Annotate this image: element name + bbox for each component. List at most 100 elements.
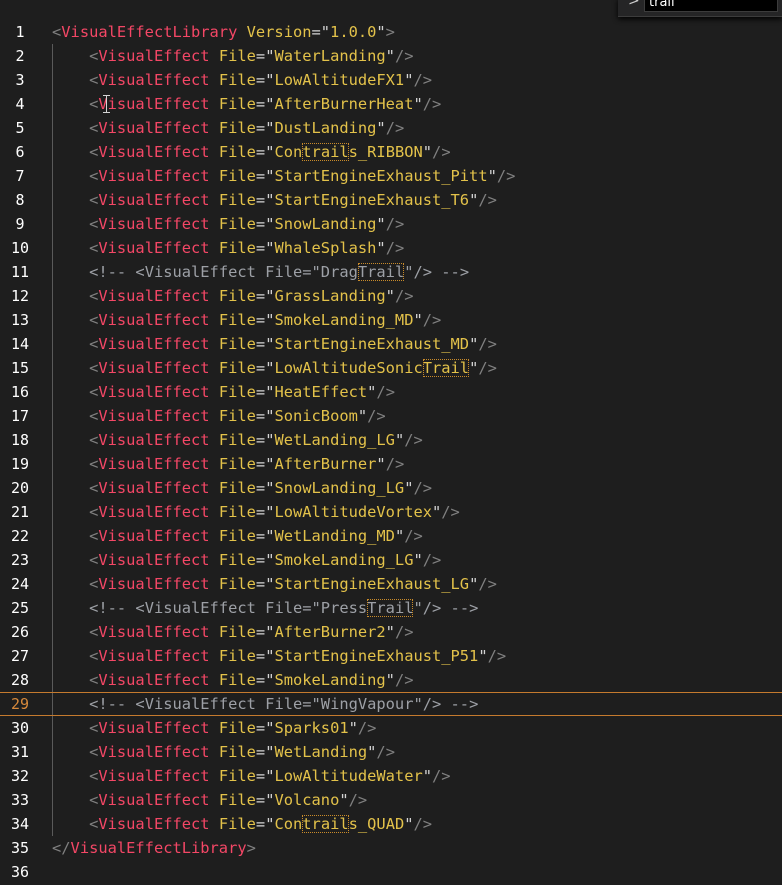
- code-line[interactable]: 35 </VisualEffectLibrary>: [0, 836, 782, 860]
- line-number: 26: [10, 623, 30, 641]
- code-line[interactable]: 24 <VisualEffect File="StartEngineExhaus…: [0, 572, 782, 596]
- equals: =": [255, 503, 275, 521]
- code-line[interactable]: 17 <VisualEffect File="SonicBoom"/>: [0, 404, 782, 428]
- tag-name: VisualEffect: [98, 647, 210, 665]
- attr-value: LowAltitudeFX1: [274, 71, 405, 89]
- attr-value: LowAltitudeVortex: [274, 503, 432, 521]
- code-line[interactable]: 29 <!-- <VisualEffect File="WingVapour"/…: [0, 692, 782, 716]
- attr-value-part: s_RIBBON: [348, 143, 423, 161]
- tag-name: VisualEffect: [98, 47, 210, 65]
- code-line[interactable]: 13 <VisualEffect File="SmokeLanding_MD"/…: [0, 308, 782, 332]
- comment-open: <!-- <: [89, 263, 145, 281]
- code-line[interactable]: 32 <VisualEffect File="LowAltitudeWater"…: [0, 764, 782, 788]
- equals: =": [255, 47, 275, 65]
- code-line[interactable]: 5 <VisualEffect File="DustLanding"/>: [0, 116, 782, 140]
- line-number: 33: [10, 791, 30, 809]
- equals: =": [255, 239, 275, 257]
- code-line[interactable]: 27 <VisualEffect File="StartEngineExhaus…: [0, 644, 782, 668]
- line-number: 13: [10, 311, 30, 329]
- code-line[interactable]: 23 <VisualEffect File="SmokeLanding_LG"/…: [0, 548, 782, 572]
- mouse-ibeam-cursor-icon: [103, 95, 111, 113]
- code-line[interactable]: 26 <VisualEffect File="AfterBurner2"/>: [0, 620, 782, 644]
- find-input[interactable]: [644, 0, 778, 12]
- attr-value-part: Con: [274, 143, 303, 161]
- equals: =": [255, 671, 275, 689]
- line-code: <VisualEffect File="WetLanding_MD"/>: [52, 524, 423, 548]
- comment-tag: VisualEffect: [144, 263, 256, 281]
- code-line[interactable]: 10 <VisualEffect File="WhaleSplash"/>: [0, 236, 782, 260]
- code-line[interactable]: 6 <VisualEffect File="Contrails_RIBBON"/…: [0, 140, 782, 164]
- attr-name: File: [218, 119, 256, 137]
- code-line[interactable]: 11 <!-- <VisualEffect File="DragTrail"/>…: [0, 260, 782, 284]
- code-line[interactable]: 9 <VisualEffect File="SnowLanding"/>: [0, 212, 782, 236]
- quote: ": [385, 47, 395, 65]
- code-line[interactable]: 18 <VisualEffect File="WetLanding_LG"/>: [0, 428, 782, 452]
- line-number: 35: [10, 839, 30, 857]
- attr-name: File: [218, 767, 256, 785]
- attr-name: File: [218, 455, 256, 473]
- tag-name: VisualEffect: [98, 335, 210, 353]
- tag-bracket: <: [89, 47, 99, 65]
- code-line[interactable]: 28 <VisualEffect File="SmokeLanding"/>: [0, 668, 782, 692]
- comment-attr: File: [265, 599, 303, 617]
- code-line[interactable]: 7 <VisualEffect File="StartEngineExhaust…: [0, 164, 782, 188]
- equals: =": [311, 23, 331, 41]
- code-line[interactable]: 22 <VisualEffect File="WetLanding_MD"/>: [0, 524, 782, 548]
- code-line[interactable]: 19 <VisualEffect File="AfterBurner"/>: [0, 452, 782, 476]
- code-line[interactable]: 8 <VisualEffect File="StartEngineExhaust…: [0, 188, 782, 212]
- comment-equals: =": [302, 695, 321, 713]
- equals: =": [255, 431, 275, 449]
- attr-name: File: [218, 71, 256, 89]
- code-line[interactable]: 36: [0, 860, 782, 884]
- code-line[interactable]: 3 <VisualEffect File="LowAltitudeFX1"/>: [0, 68, 782, 92]
- attr-value: SmokeLanding_MD: [274, 311, 414, 329]
- line-code: <VisualEffect File="SonicBoom"/>: [52, 404, 386, 428]
- tag-bracket: />: [394, 671, 414, 689]
- equals: =": [255, 575, 275, 593]
- code-line[interactable]: 14 <VisualEffect File="StartEngineExhaus…: [0, 332, 782, 356]
- search-match-highlight: trail: [302, 815, 349, 833]
- tag-bracket: />: [432, 767, 451, 785]
- comment-tag: VisualEffect: [144, 695, 256, 713]
- code-line[interactable]: 21 <VisualEffect File="LowAltitudeVortex…: [0, 500, 782, 524]
- code-line[interactable]: 4 <VisualEffect File="AfterBurnerHeat"/>: [0, 92, 782, 116]
- equals: =": [255, 407, 275, 425]
- code-editor[interactable]: 1 <VisualEffectLibrary Version="1.0.0"> 2 …: [0, 0, 782, 885]
- attr-name: File: [218, 95, 256, 113]
- tag-bracket: <: [89, 167, 99, 185]
- tag-name: VisualEffect: [98, 95, 210, 113]
- code-line[interactable]: 2 <VisualEffect File="WaterLanding"/>: [0, 44, 782, 68]
- line-number: 12: [10, 287, 30, 305]
- quote: ": [404, 815, 414, 833]
- code-line[interactable]: 12 <VisualEffect File="GrassLanding"/>: [0, 284, 782, 308]
- line-number: 22: [10, 527, 30, 545]
- chevron-right-icon[interactable]: >: [628, 0, 640, 9]
- attr-name: File: [218, 383, 256, 401]
- code-line[interactable]: 31 <VisualEffect File="WetLanding"/>: [0, 740, 782, 764]
- code-line[interactable]: 33 <VisualEffect File="Volcano"/>: [0, 788, 782, 812]
- line-number: 19: [10, 455, 30, 473]
- code-line[interactable]: 16 <VisualEffect File="HeatEffect"/>: [0, 380, 782, 404]
- search-match-highlight: trail: [302, 143, 349, 161]
- code-line[interactable]: 15 <VisualEffect File="LowAltitudeSonicT…: [0, 356, 782, 380]
- line-number: 17: [10, 407, 30, 425]
- code-line[interactable]: 20 <VisualEffect File="SnowLanding_LG"/>: [0, 476, 782, 500]
- tag-bracket: <: [89, 815, 99, 833]
- code-line[interactable]: 30 <VisualEffect File="Sparks01"/>: [0, 716, 782, 740]
- quote: ": [469, 575, 479, 593]
- find-widget[interactable]: >: [618, 0, 782, 17]
- tag-bracket: <: [89, 743, 99, 761]
- code-line[interactable]: 1 <VisualEffectLibrary Version="1.0.0">: [0, 20, 782, 44]
- code-line[interactable]: 25 <!-- <VisualEffect File="PressTrail"/…: [0, 596, 782, 620]
- code-line[interactable]: 34 <VisualEffect File="Contrails_QUAD"/>: [0, 812, 782, 836]
- equals: =": [255, 383, 275, 401]
- tag-bracket: />: [385, 119, 405, 137]
